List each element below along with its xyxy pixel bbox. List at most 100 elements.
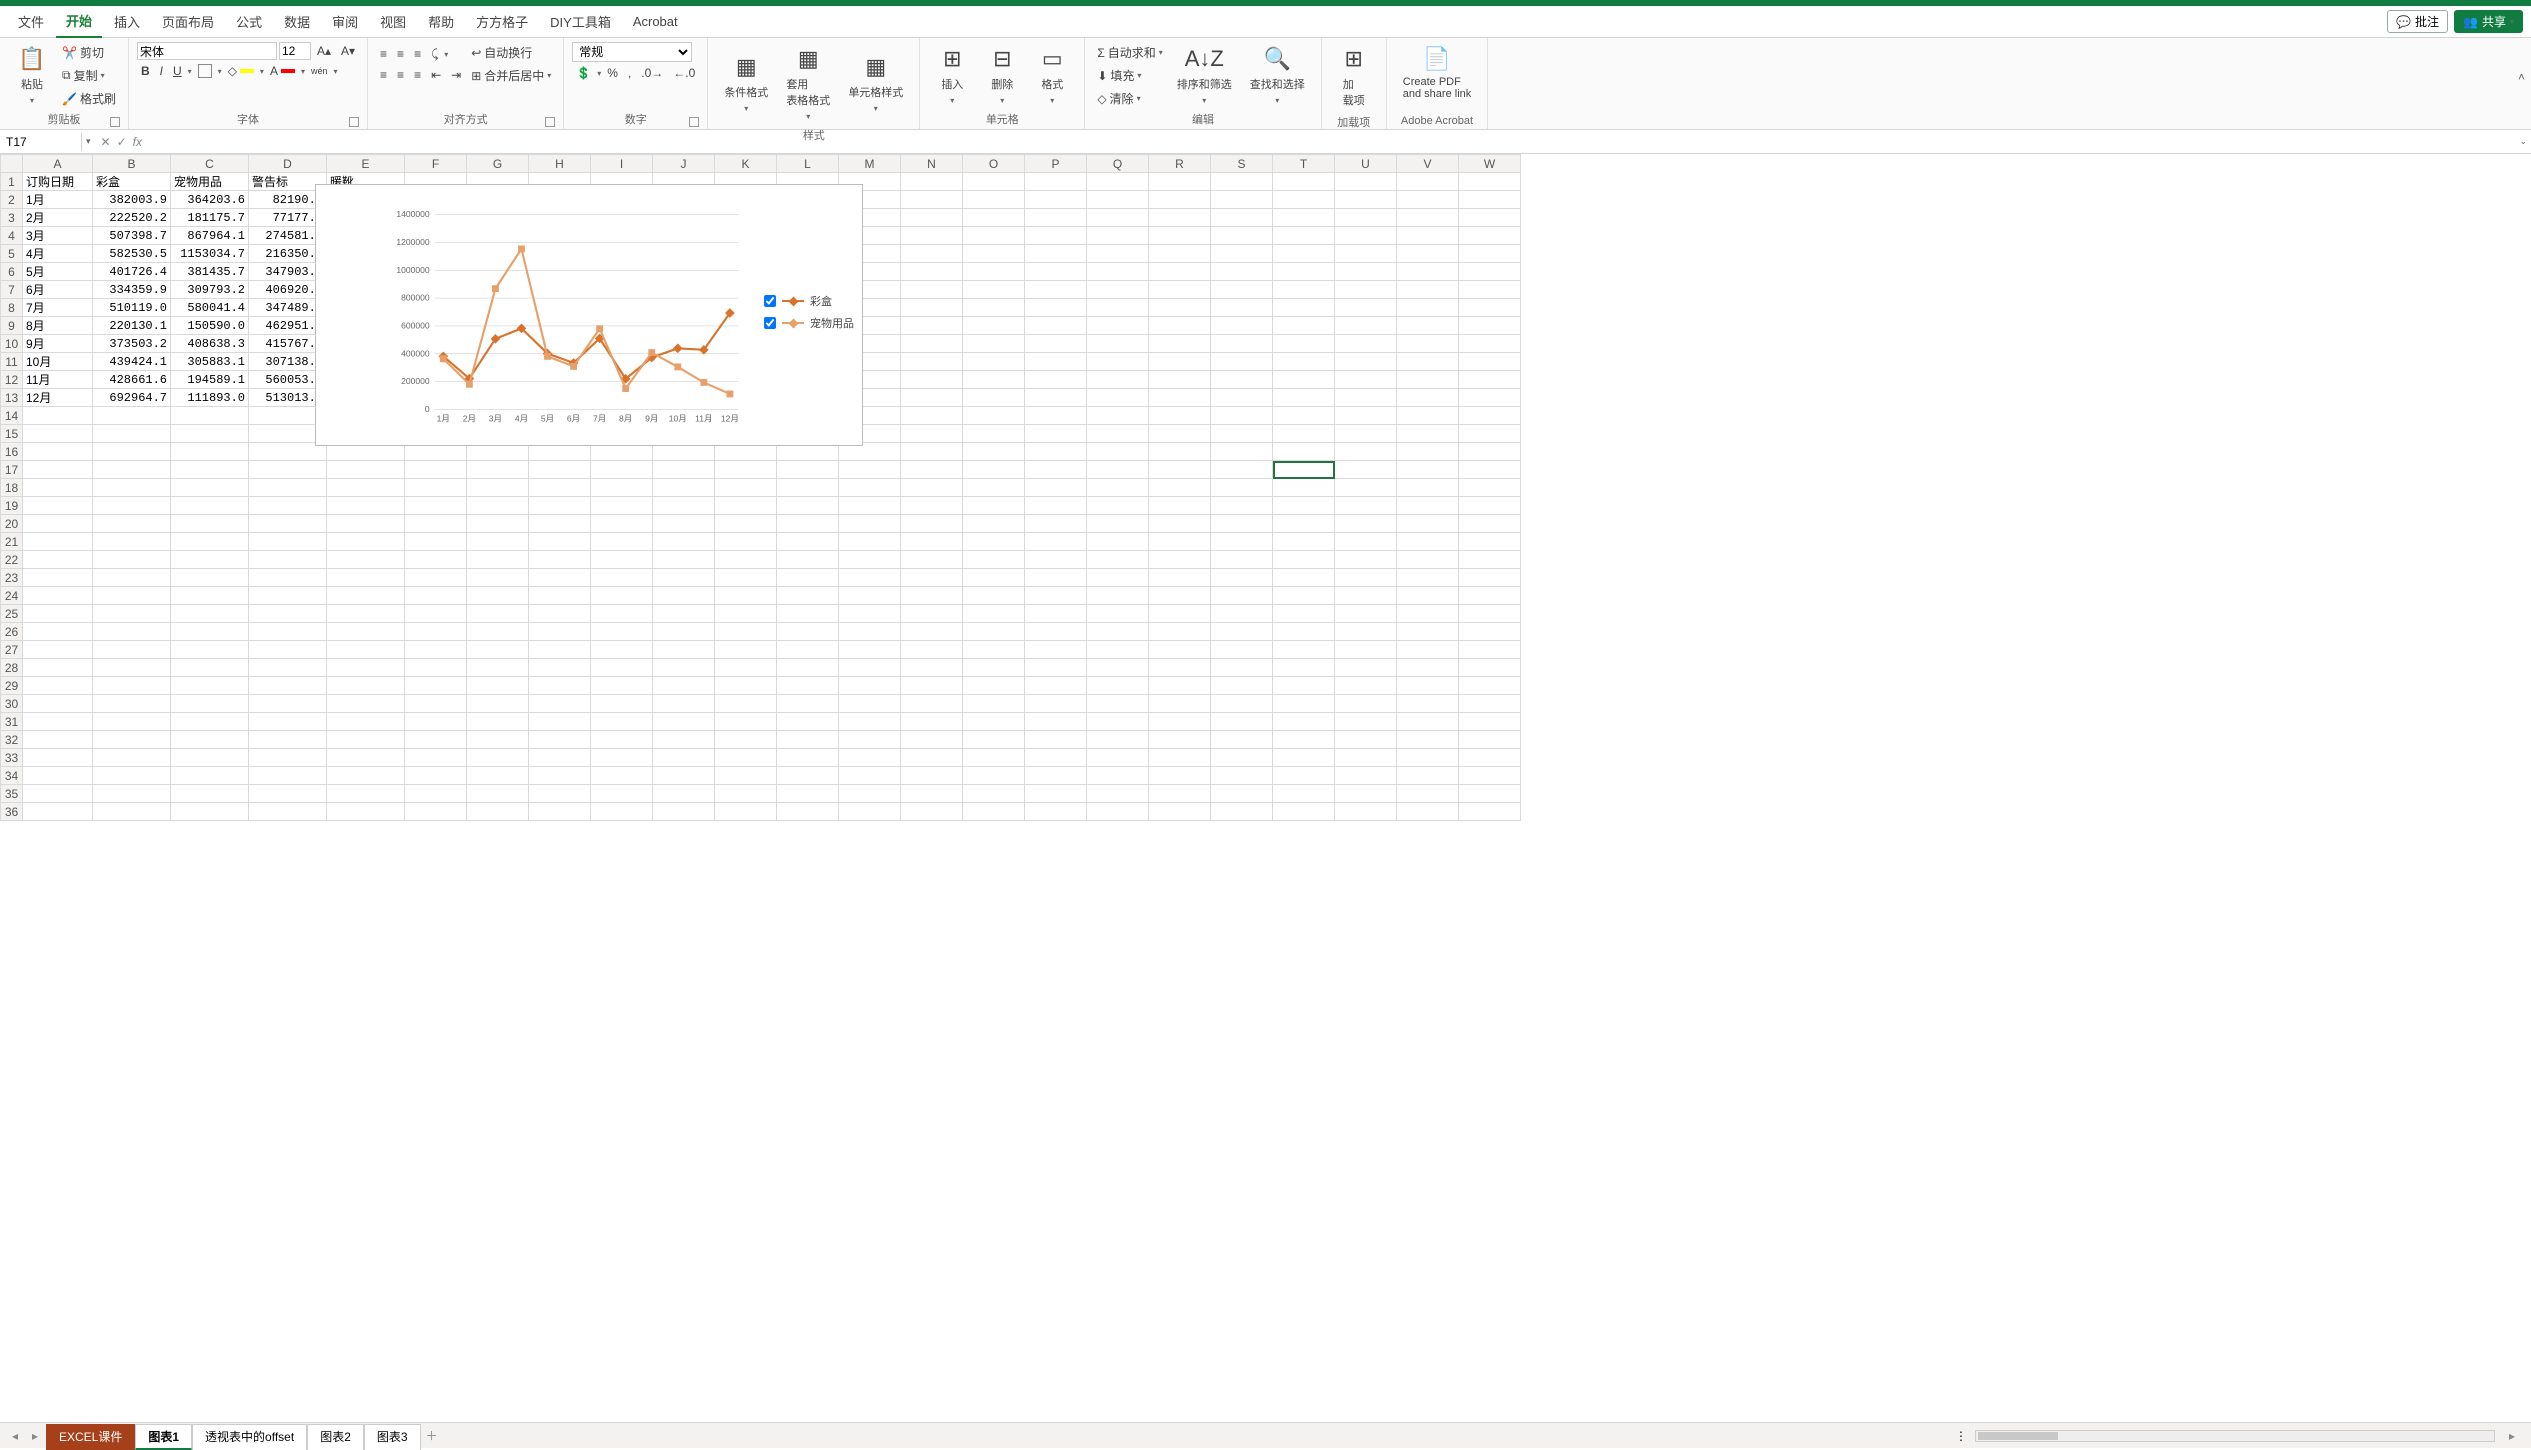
- cell[interactable]: [901, 461, 963, 479]
- cell[interactable]: [1459, 263, 1521, 281]
- cell[interactable]: [529, 785, 591, 803]
- cell[interactable]: [1211, 299, 1273, 317]
- cell[interactable]: [93, 515, 171, 533]
- cell[interactable]: [839, 497, 901, 515]
- cell[interactable]: [715, 461, 777, 479]
- cell[interactable]: [1149, 173, 1211, 191]
- cell[interactable]: [405, 785, 467, 803]
- cell[interactable]: [405, 713, 467, 731]
- decrease-decimal-button[interactable]: ←.0: [669, 64, 699, 82]
- cell[interactable]: [529, 605, 591, 623]
- cell[interactable]: [1397, 587, 1459, 605]
- cell[interactable]: [249, 677, 327, 695]
- cell[interactable]: [715, 785, 777, 803]
- cell[interactable]: [1335, 767, 1397, 785]
- cell[interactable]: [1397, 677, 1459, 695]
- cell[interactable]: [963, 569, 1025, 587]
- row-header[interactable]: 28: [1, 659, 23, 677]
- cell[interactable]: [1025, 767, 1087, 785]
- cell[interactable]: [901, 551, 963, 569]
- cell[interactable]: [901, 389, 963, 407]
- cell[interactable]: [1025, 569, 1087, 587]
- cell[interactable]: [467, 659, 529, 677]
- row-header[interactable]: 15: [1, 425, 23, 443]
- cell[interactable]: [1335, 389, 1397, 407]
- cell[interactable]: [839, 749, 901, 767]
- cell[interactable]: [1025, 551, 1087, 569]
- cell-styles-button[interactable]: ▦单元格样式▾: [840, 50, 911, 117]
- cell[interactable]: [1335, 281, 1397, 299]
- cell[interactable]: [1459, 623, 1521, 641]
- cell[interactable]: [653, 677, 715, 695]
- cell[interactable]: [901, 497, 963, 515]
- name-box[interactable]: [0, 133, 82, 151]
- cell[interactable]: [1087, 263, 1149, 281]
- cell[interactable]: [1211, 569, 1273, 587]
- cell[interactable]: [1087, 317, 1149, 335]
- cell[interactable]: [327, 641, 405, 659]
- cell[interactable]: [777, 587, 839, 605]
- cell[interactable]: [1397, 335, 1459, 353]
- cell[interactable]: [1149, 407, 1211, 425]
- cell[interactable]: 439424.1: [93, 353, 171, 371]
- cell[interactable]: [93, 695, 171, 713]
- col-header[interactable]: D: [249, 155, 327, 173]
- cell[interactable]: [1459, 443, 1521, 461]
- cell[interactable]: [777, 713, 839, 731]
- cell[interactable]: [1273, 749, 1335, 767]
- cell[interactable]: 382003.9: [93, 191, 171, 209]
- cell[interactable]: [467, 641, 529, 659]
- cell[interactable]: [777, 515, 839, 533]
- cell[interactable]: [1459, 677, 1521, 695]
- col-header[interactable]: I: [591, 155, 653, 173]
- cell[interactable]: [405, 587, 467, 605]
- cell[interactable]: [777, 461, 839, 479]
- cell[interactable]: [1397, 623, 1459, 641]
- cell[interactable]: [1149, 623, 1211, 641]
- col-header[interactable]: C: [171, 155, 249, 173]
- cell[interactable]: [591, 515, 653, 533]
- find-select-button[interactable]: 🔍查找和选择▾: [1242, 42, 1313, 109]
- cell[interactable]: [1149, 551, 1211, 569]
- row-header[interactable]: 32: [1, 731, 23, 749]
- cell[interactable]: [653, 785, 715, 803]
- cell[interactable]: [1211, 623, 1273, 641]
- cell[interactable]: [327, 749, 405, 767]
- cell[interactable]: [1273, 641, 1335, 659]
- tab-DIY工具箱[interactable]: DIY工具箱: [540, 6, 621, 37]
- cell[interactable]: [1459, 713, 1521, 731]
- cell[interactable]: [715, 497, 777, 515]
- tab-公式[interactable]: 公式: [226, 6, 272, 37]
- cell[interactable]: [1087, 587, 1149, 605]
- row-header[interactable]: 29: [1, 677, 23, 695]
- cell[interactable]: [1459, 569, 1521, 587]
- cell[interactable]: 408638.3: [171, 335, 249, 353]
- new-sheet-button[interactable]: ＋: [423, 1427, 441, 1445]
- cell[interactable]: [1025, 623, 1087, 641]
- row-header[interactable]: 27: [1, 641, 23, 659]
- cell[interactable]: [1335, 569, 1397, 587]
- cell[interactable]: [1025, 299, 1087, 317]
- cell[interactable]: [901, 749, 963, 767]
- row-header[interactable]: 13: [1, 389, 23, 407]
- fill-color-button[interactable]: ◇: [224, 62, 258, 80]
- cell[interactable]: [839, 695, 901, 713]
- cell[interactable]: [1149, 209, 1211, 227]
- orientation-button[interactable]: ⤹: [427, 45, 442, 64]
- cell[interactable]: [1211, 263, 1273, 281]
- font-name-combo[interactable]: [137, 42, 277, 60]
- cell[interactable]: 582530.5: [93, 245, 171, 263]
- cell[interactable]: 194589.1: [171, 371, 249, 389]
- cell[interactable]: [1273, 605, 1335, 623]
- cell[interactable]: [1459, 731, 1521, 749]
- cell[interactable]: [467, 749, 529, 767]
- cell[interactable]: [839, 587, 901, 605]
- decrease-font-button[interactable]: A▾: [337, 42, 359, 60]
- cell[interactable]: [1335, 443, 1397, 461]
- cell[interactable]: [1211, 173, 1273, 191]
- cell[interactable]: [1149, 713, 1211, 731]
- increase-indent-button[interactable]: ⇥: [447, 66, 465, 84]
- formula-input[interactable]: [148, 135, 2509, 149]
- cell[interactable]: 11月: [23, 371, 93, 389]
- cell[interactable]: [1211, 425, 1273, 443]
